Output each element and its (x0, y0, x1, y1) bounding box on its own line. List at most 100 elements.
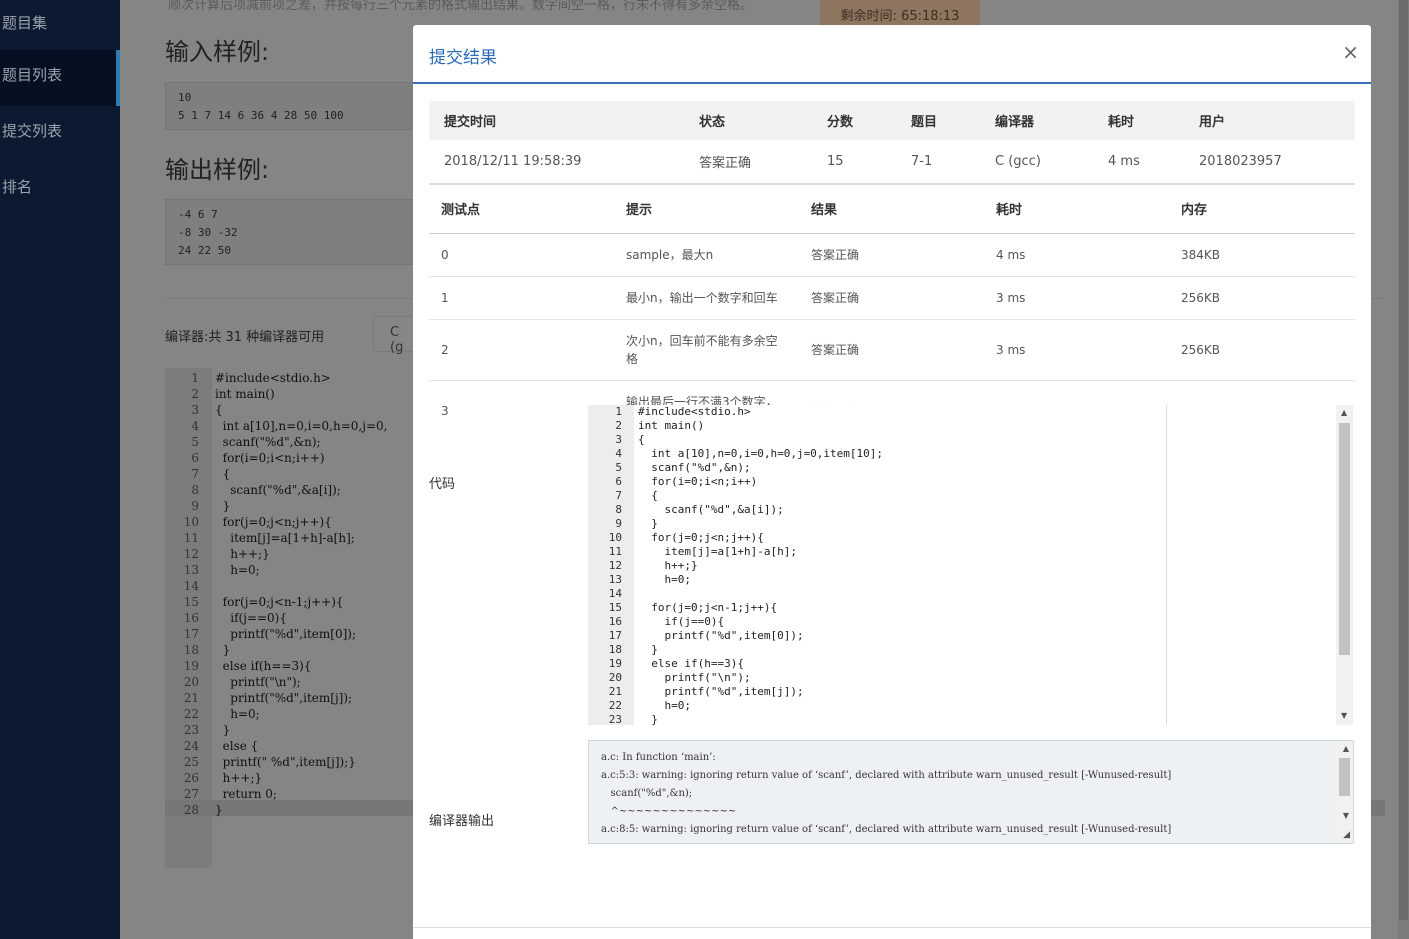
code-text: } (215, 723, 231, 737)
code-text: else if(h==3){ (215, 659, 312, 673)
header-result: 结果 (799, 185, 984, 234)
code-text: } (215, 803, 223, 817)
editor-code[interactable]: 1 #include<stdio.h> 2 int main() 3{4 int a[1… (165, 370, 388, 818)
code-text: printf("\n"); (638, 671, 751, 684)
sidebar-item-ranking[interactable]: 排名 (0, 162, 120, 218)
close-icon[interactable]: × (1342, 40, 1359, 64)
compiler-output-box[interactable]: a.c: In function ‘main’: a.c:5:3: warnin… (588, 740, 1354, 844)
header-score: 分数 (827, 115, 854, 130)
submitted-code-viewer[interactable]: 1 #include<stdio.h> 2 int main() 3{4 int a[1… (588, 405, 1354, 725)
test-result: 答案正确 (799, 233, 984, 277)
output-scrollbar-thumb[interactable] (1339, 758, 1350, 796)
test-id: 3 (441, 403, 449, 418)
code-text: int a[10],n=0,i=0,h=0,j=0, (215, 419, 388, 433)
table-row: 2 次小n，回车前不能有多余空格 答案正确 3 ms 256KB (429, 319, 1355, 381)
line-number: 28 (183, 803, 199, 817)
print-margin-line (1166, 405, 1167, 725)
code-text: int a[10],n=0,i=0,h=0,j=0,item[10]; (638, 447, 884, 460)
code-line: 13 h=0; (588, 573, 883, 587)
problem-id: 7-1 (896, 140, 980, 185)
code-text: } (215, 499, 231, 513)
line-number: 10 (183, 515, 199, 529)
code-text: h=0; (215, 707, 260, 721)
code-line: 22 h=0; (588, 699, 883, 713)
line-number: 13 (608, 573, 622, 586)
code-text: h=0; (215, 563, 260, 577)
code-line: 2 int main() (588, 419, 883, 433)
scroll-up-icon[interactable]: ▲ (1341, 408, 1347, 417)
sidebar-item-problem-list[interactable]: 题目列表 (0, 50, 120, 106)
code-line: 20 printf("\n"); (165, 674, 387, 690)
compiler-output-label: 编译器输出 (429, 814, 495, 829)
line-number: 22 (608, 699, 622, 712)
submitted-code: 1 #include<stdio.h> 2 int main() 3{4 int a[1… (588, 405, 883, 725)
code-text: h=0; (638, 699, 691, 712)
code-text: int main() (215, 387, 275, 401)
code-line: 15 for(j=0;j<n-1;j++){ (165, 594, 387, 610)
line-number: 22 (183, 707, 199, 721)
code-line: 15 for(j=0;j<n-1;j++){ (588, 601, 883, 615)
code-scrollbar-thumb[interactable] (1339, 423, 1350, 655)
code-line: 20 printf("\n"); (588, 671, 883, 685)
code-line: 8 scanf("%d",&a[i]); (588, 503, 883, 517)
line-number: 17 (608, 629, 622, 642)
code-line: 8 scanf("%d",&a[i]); (165, 482, 387, 498)
line-number: 9 (191, 499, 199, 513)
test-id: 0 (429, 233, 614, 277)
code-label: 代码 (429, 477, 456, 492)
line-number: 17 (183, 627, 199, 641)
code-line: 19 else if(h==3){ (588, 657, 883, 671)
resize-handle-icon[interactable]: ◢ (1343, 830, 1350, 840)
code-text: { (638, 489, 658, 502)
code-line: 7 { (165, 466, 387, 482)
code-text: if(j==0){ (638, 615, 725, 628)
sidebar: 题目集 题目列表 提交列表 排名 (0, 0, 120, 939)
code-line: 24 else { (165, 738, 387, 754)
output-sample-heading: 输出样例: (165, 156, 270, 184)
line-number: 1 (191, 371, 199, 385)
code-text: for(j=0;j<n-1;j++){ (215, 595, 344, 609)
code-text: h++;} (215, 547, 270, 561)
page-scrollbar-thumb[interactable] (1399, 0, 1408, 920)
code-line: 28} (165, 802, 387, 818)
output-sample-box: -4 6 7 -8 30 -32 24 22 50 (165, 199, 415, 265)
input-sample-heading: 输入样例: (165, 38, 270, 66)
code-text: #include<stdio.h> (215, 371, 331, 385)
scroll-down-icon[interactable]: ▼ (1341, 711, 1347, 720)
line-number: 26 (183, 771, 199, 785)
scroll-down-icon[interactable]: ▼ (1343, 811, 1349, 820)
code-line: 14 (588, 587, 883, 601)
user-id: 2018023957 (1184, 140, 1355, 185)
line-number: 5 (615, 461, 622, 474)
line-number: 24 (183, 739, 199, 753)
code-text: #include<stdio.h> (638, 405, 751, 418)
line-number: 27 (183, 787, 199, 801)
header-hint: 提示 (614, 185, 799, 234)
modal-header: 提交结果 × (413, 25, 1371, 84)
code-line: 9 } (165, 498, 387, 514)
status-badge: 答案正确 (684, 140, 812, 185)
code-line: 5 scanf("%d",&n); (588, 461, 883, 475)
modal-body: 提交时间 状态 分数 题目 编译器 耗时 用户 2018/12/11 19:58… (429, 101, 1355, 441)
line-number: 4 (615, 447, 622, 460)
header-duration: 耗时 (1108, 115, 1135, 130)
scroll-up-icon[interactable]: ▲ (1343, 744, 1349, 753)
test-id: 1 (429, 276, 614, 320)
line-number: 23 (183, 723, 199, 737)
test-memory: 256KB (1169, 319, 1355, 381)
line-number: 18 (183, 643, 199, 657)
sidebar-item-problem-set[interactable]: 题目集 (0, 0, 120, 50)
code-line: 18 } (588, 643, 883, 657)
duration: 4 ms (1093, 140, 1184, 185)
header-problem: 题目 (911, 115, 938, 130)
submission-result-modal: 提交结果 × 提交时间 状态 分数 题目 编译器 耗时 用户 2018/12/1… (413, 25, 1371, 939)
line-number: 20 (608, 671, 622, 684)
test-cases-table: 测试点 提示 结果 耗时 内存 0 sample，最大n 答案正确 4 ms 3… (429, 185, 1355, 441)
line-number: 12 (183, 547, 199, 561)
sidebar-item-submission-list[interactable]: 提交列表 (0, 106, 120, 162)
submission-summary-table: 提交时间 状态 分数 题目 编译器 耗时 用户 2018/12/11 19:58… (429, 101, 1355, 185)
header-submit-time: 提交时间 (444, 115, 497, 130)
summary-row: 2018/12/11 19:58:39 答案正确 15 7-1 C (gcc) … (429, 140, 1355, 185)
code-text: h++;} (215, 771, 263, 785)
line-number: 5 (191, 435, 199, 449)
